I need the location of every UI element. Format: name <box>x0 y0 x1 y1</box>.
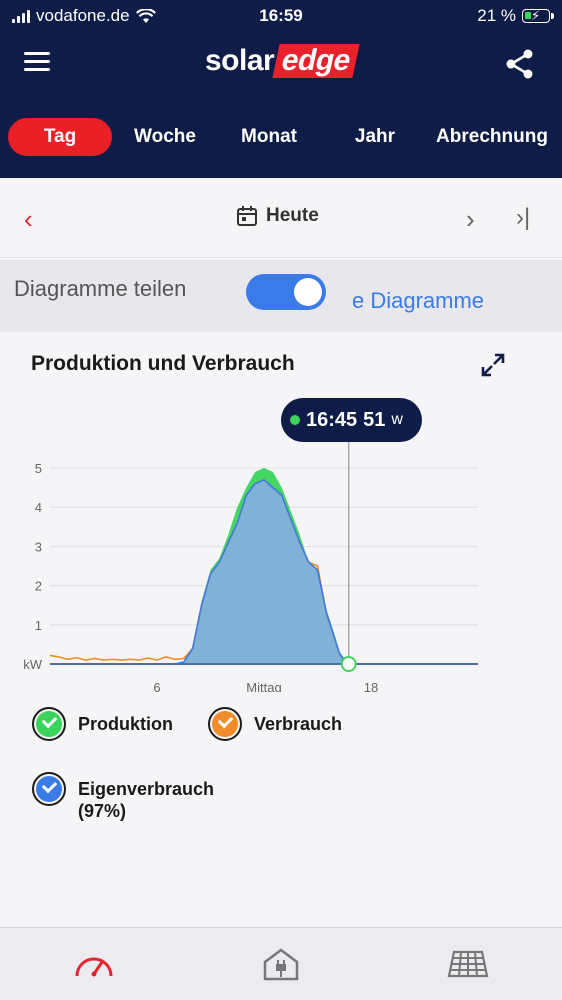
legend-verbrauch[interactable]: Verbrauch <box>208 707 342 741</box>
legend-eigenverbrauch[interactable]: Eigenverbrauch (97%) <box>32 772 214 822</box>
tab-woche[interactable]: Woche <box>120 118 210 156</box>
date-label: Heute <box>266 205 319 226</box>
tab-jahr[interactable]: Jahr <box>340 118 410 156</box>
tooltip-value: 51 <box>363 408 386 431</box>
y-axis-unit-label: kW <box>23 657 43 672</box>
date-navigator: ‹ Heute › ›| <box>0 178 562 258</box>
share-charts-bar: Diagramme teilen e Diagramme <box>0 260 562 332</box>
tooltip-time: 16:45 <box>306 408 358 431</box>
charts-link[interactable]: e Diagramme <box>352 288 484 314</box>
production-chart[interactable]: 1 2 3 4 5 kW 6 Mittag 18 <box>0 442 562 692</box>
date-picker-button[interactable]: Heute <box>236 205 319 227</box>
jump-to-latest-button[interactable]: ›| <box>516 204 530 232</box>
x-tick-label: 6 <box>153 680 160 692</box>
x-tick-label: 18 <box>364 680 378 692</box>
expand-icon[interactable] <box>480 352 506 378</box>
cursor-point <box>340 656 357 672</box>
previous-day-button[interactable]: ‹ <box>24 204 33 235</box>
battery-percent: 21 % <box>477 6 516 25</box>
check-icon <box>32 772 66 806</box>
period-tabs: Tag Woche Monat Jahr Abrechnung <box>0 118 562 158</box>
gauge-icon[interactable] <box>72 946 116 982</box>
check-icon <box>208 707 242 741</box>
menu-icon[interactable] <box>24 52 50 72</box>
tab-monat[interactable]: Monat <box>226 118 312 156</box>
bottom-nav <box>0 927 562 1000</box>
legend-produktion[interactable]: Produktion <box>32 707 173 741</box>
share-icon[interactable] <box>504 48 536 80</box>
solar-panel-icon[interactable] <box>446 946 490 982</box>
next-day-button[interactable]: › <box>466 204 475 235</box>
y-tick-label: 3 <box>35 539 42 554</box>
share-charts-toggle[interactable] <box>246 274 326 310</box>
chart-tooltip: 16:45 51 w <box>281 398 422 442</box>
y-tick-label: 5 <box>35 461 42 476</box>
nav-bar: solar edge <box>0 36 562 90</box>
y-tick-label: 4 <box>35 500 42 515</box>
status-bar: vodafone.de 16:59 21 % ⚡ <box>0 0 562 32</box>
production-consumption-card: Produktion und Verbrauch 16:45 51 w 1 2 3 4… <box>0 332 562 927</box>
battery-icon: ⚡ <box>522 8 554 23</box>
tooltip-unit: w <box>391 411 403 428</box>
check-icon <box>32 707 66 741</box>
y-tick-label: 1 <box>35 618 42 633</box>
tab-tag[interactable]: Tag <box>8 118 112 156</box>
card-title: Produktion und Verbrauch <box>31 352 295 375</box>
solaredge-logo: solar edge <box>205 44 360 78</box>
tab-abrechnung[interactable]: Abrechnung <box>428 118 556 156</box>
x-tick-label: Mittag <box>246 680 281 692</box>
y-tick-label: 2 <box>35 579 42 594</box>
house-plug-icon[interactable] <box>259 946 303 982</box>
share-charts-label: Diagramme teilen <box>14 276 187 301</box>
app-header: vodafone.de 16:59 21 % ⚡ solar edge Tag W… <box>0 0 562 178</box>
calendar-icon <box>237 206 257 226</box>
tooltip-dot <box>290 415 300 425</box>
